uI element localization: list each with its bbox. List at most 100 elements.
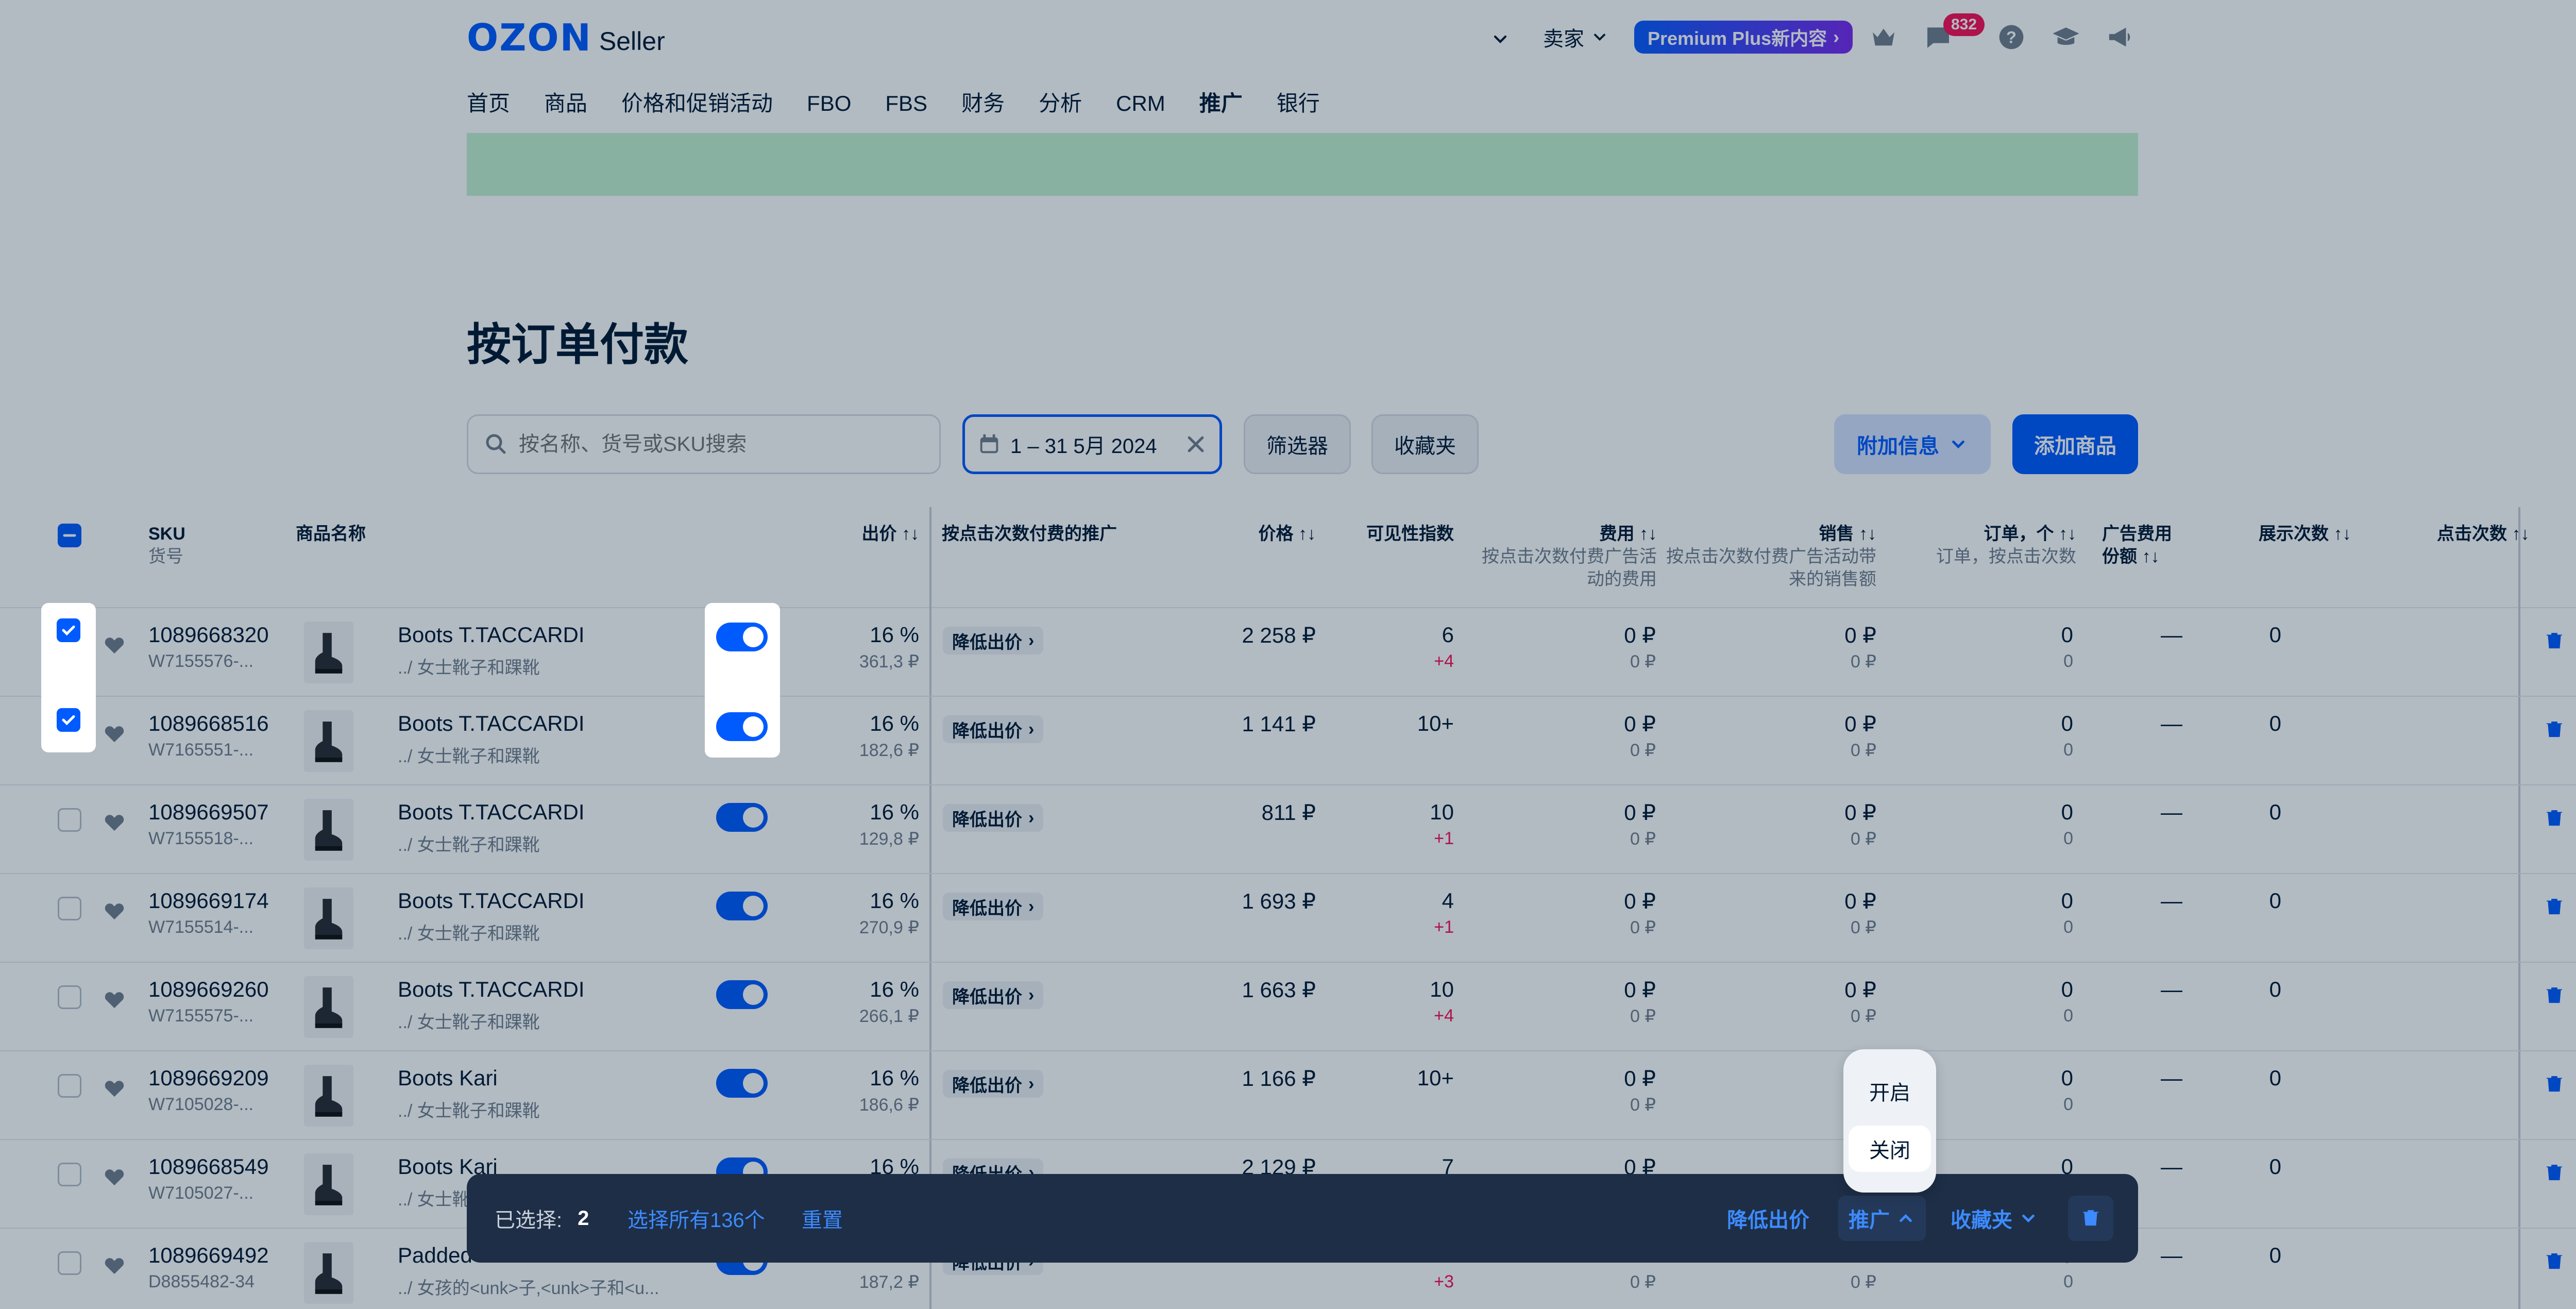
favorites-button[interactable]: 收藏夹 xyxy=(1371,414,1479,474)
crown-icon[interactable] xyxy=(1869,23,1898,52)
heart-icon[interactable] xyxy=(103,1166,126,1186)
product-thumbnail[interactable] xyxy=(304,1153,353,1215)
col-sku[interactable]: SKU 货号 xyxy=(148,523,185,568)
lower-bid-button[interactable]: 降低出价 › xyxy=(943,893,1044,920)
promo-toggle[interactable] xyxy=(716,803,768,832)
row-product-name[interactable]: Boots T.TACCARDI xyxy=(398,977,585,1002)
col-cost[interactable]: 费用 ↑↓ 按点击次数付费广告活动的费用 xyxy=(1471,523,1657,591)
product-thumbnail[interactable] xyxy=(304,1242,353,1304)
promote-on-option[interactable]: 开启 xyxy=(1849,1068,1931,1114)
seller-menu[interactable]: 卖家 xyxy=(1543,23,1609,52)
filter-button[interactable]: 筛选器 xyxy=(1244,414,1351,474)
row-checkbox[interactable] xyxy=(58,985,81,1009)
heart-icon[interactable] xyxy=(103,1077,126,1098)
lower-bid-button[interactable]: 降低出价 › xyxy=(943,715,1044,743)
row-checkbox[interactable] xyxy=(57,708,80,732)
nav-bank[interactable]: 银行 xyxy=(1277,89,1320,135)
row-checkbox[interactable] xyxy=(58,1163,81,1186)
trash-icon[interactable] xyxy=(2544,1251,2565,1272)
row-checkbox[interactable] xyxy=(58,897,81,920)
more-info-button[interactable]: 附加信息 xyxy=(1834,414,1991,474)
col-sales[interactable]: 销售 ↑↓ 按点击次数付费广告活动带来的销售额 xyxy=(1660,523,1876,591)
trash-icon[interactable] xyxy=(2544,1074,2565,1095)
row-product-name[interactable]: Boots Kari xyxy=(398,1066,498,1090)
row-product-name[interactable]: Boots T.TACCARDI xyxy=(398,800,585,825)
lower-bid-button[interactable]: 降低出价 › xyxy=(943,804,1044,832)
date-range-picker[interactable]: 1 – 31 5月 2024 xyxy=(962,414,1222,474)
row-checkbox[interactable] xyxy=(58,1251,81,1275)
col-ad-share[interactable]: 广告费用份额 ↑↓ xyxy=(2102,523,2184,568)
table-row[interactable]: 1089669260 W7155575-... Boots T.TACCARDI..… xyxy=(0,963,2576,1051)
nav-home[interactable]: 首页 xyxy=(467,89,510,135)
promo-toggle[interactable] xyxy=(716,623,768,651)
nav-products[interactable]: 商品 xyxy=(544,89,587,135)
product-thumbnail[interactable] xyxy=(304,622,353,683)
col-price[interactable]: 价格 ↑↓ xyxy=(1259,523,1316,545)
heart-icon[interactable] xyxy=(103,634,126,654)
table-row[interactable]: 1089668516 W7165551-... Boots T.TACCARDI..… xyxy=(0,697,2576,785)
heart-icon[interactable] xyxy=(103,723,126,743)
table-row[interactable]: 1089669507 W7155518-... Boots T.TACCARDI..… xyxy=(0,785,2576,874)
chevron-down-icon[interactable] xyxy=(1490,29,1511,49)
table-row[interactable]: 1089668320 W7155576-... Boots T.TACCARDI..… xyxy=(0,608,2576,697)
col-clicks[interactable]: 点击次数 ↑↓ xyxy=(2437,523,2529,545)
nav-fbo[interactable]: FBO xyxy=(807,89,851,135)
col-impressions[interactable]: 展示次数 ↑↓ xyxy=(2259,523,2351,545)
bulk-lower-bid-button[interactable]: 降低出价 xyxy=(1727,1174,1809,1263)
row-checkbox[interactable] xyxy=(57,618,80,642)
row-product-name[interactable]: Boots T.TACCARDI xyxy=(398,711,585,736)
search-box[interactable] xyxy=(467,414,941,474)
add-product-button[interactable]: 添加商品 xyxy=(2012,414,2138,474)
promote-off-option[interactable]: 关闭 xyxy=(1849,1126,1931,1172)
promo-toggle[interactable] xyxy=(716,980,768,1009)
row-product-name[interactable]: Padded xyxy=(398,1243,472,1268)
lower-bid-button[interactable]: 降低出价 › xyxy=(943,1070,1044,1098)
product-thumbnail[interactable] xyxy=(304,1065,353,1127)
trash-icon[interactable] xyxy=(2544,631,2565,651)
table-row[interactable]: 1089669174 W7155514-... Boots T.TACCARDI..… xyxy=(0,874,2576,963)
trash-icon[interactable] xyxy=(2544,808,2565,829)
nav-crm[interactable]: CRM xyxy=(1116,89,1165,135)
premium-plus-button[interactable]: Premium Plus新内容 › xyxy=(1634,21,1853,54)
nav-promotion[interactable]: 推广 xyxy=(1199,89,1243,137)
heart-icon[interactable] xyxy=(103,988,126,1009)
nav-analytics[interactable]: 分析 xyxy=(1039,89,1082,135)
trash-icon[interactable] xyxy=(2544,985,2565,1006)
trash-icon[interactable] xyxy=(2544,719,2565,740)
nav-finance[interactable]: 财务 xyxy=(961,89,1005,135)
heart-icon[interactable] xyxy=(103,811,126,832)
trash-icon[interactable] xyxy=(2544,1163,2565,1183)
heart-icon[interactable] xyxy=(103,900,126,920)
promo-toggle[interactable] xyxy=(716,1069,768,1098)
product-thumbnail[interactable] xyxy=(304,887,353,949)
megaphone-icon[interactable] xyxy=(2106,23,2135,52)
row-checkbox[interactable] xyxy=(58,1074,81,1098)
product-thumbnail[interactable] xyxy=(304,710,353,772)
search-input[interactable] xyxy=(519,432,879,456)
row-product-name[interactable]: Boots T.TACCARDI xyxy=(398,623,585,647)
select-all-link[interactable]: 选择所有136个 xyxy=(628,1174,765,1263)
nav-prices-promotions[interactable]: 价格和促销活动 xyxy=(621,89,773,135)
ozon-seller-logo[interactable]: OZON Seller xyxy=(467,19,665,56)
row-checkbox[interactable] xyxy=(58,808,81,832)
product-thumbnail[interactable] xyxy=(304,799,353,861)
reset-link[interactable]: 重置 xyxy=(802,1174,843,1263)
nav-fbs[interactable]: FBS xyxy=(885,89,927,135)
bulk-favorites-button[interactable]: 收藏夹 xyxy=(1951,1174,2038,1263)
bulk-delete-button[interactable] xyxy=(2068,1196,2113,1241)
col-orders[interactable]: 订单，个 ↑↓ 订单，按点击次数 xyxy=(1911,523,2076,568)
bulk-promote-button[interactable]: 推广 xyxy=(1838,1196,1926,1241)
promo-toggle[interactable] xyxy=(716,892,768,920)
heart-icon[interactable] xyxy=(103,1254,126,1275)
close-icon[interactable] xyxy=(1184,433,1207,456)
select-all-checkbox[interactable] xyxy=(58,524,81,547)
product-thumbnail[interactable] xyxy=(304,976,353,1038)
help-icon[interactable]: ? xyxy=(1997,23,2026,52)
graduation-cap-icon[interactable] xyxy=(2052,23,2080,52)
lower-bid-button[interactable]: 降低出价 › xyxy=(943,981,1044,1009)
promo-toggle[interactable] xyxy=(716,712,768,741)
col-bid[interactable]: 出价 ↑↓ xyxy=(862,523,919,545)
trash-icon[interactable] xyxy=(2544,897,2565,917)
table-row[interactable]: 1089669209 W7105028-... Boots Kari ../ 女士靴子… xyxy=(0,1051,2576,1140)
row-product-name[interactable]: Boots T.TACCARDI xyxy=(398,888,585,913)
